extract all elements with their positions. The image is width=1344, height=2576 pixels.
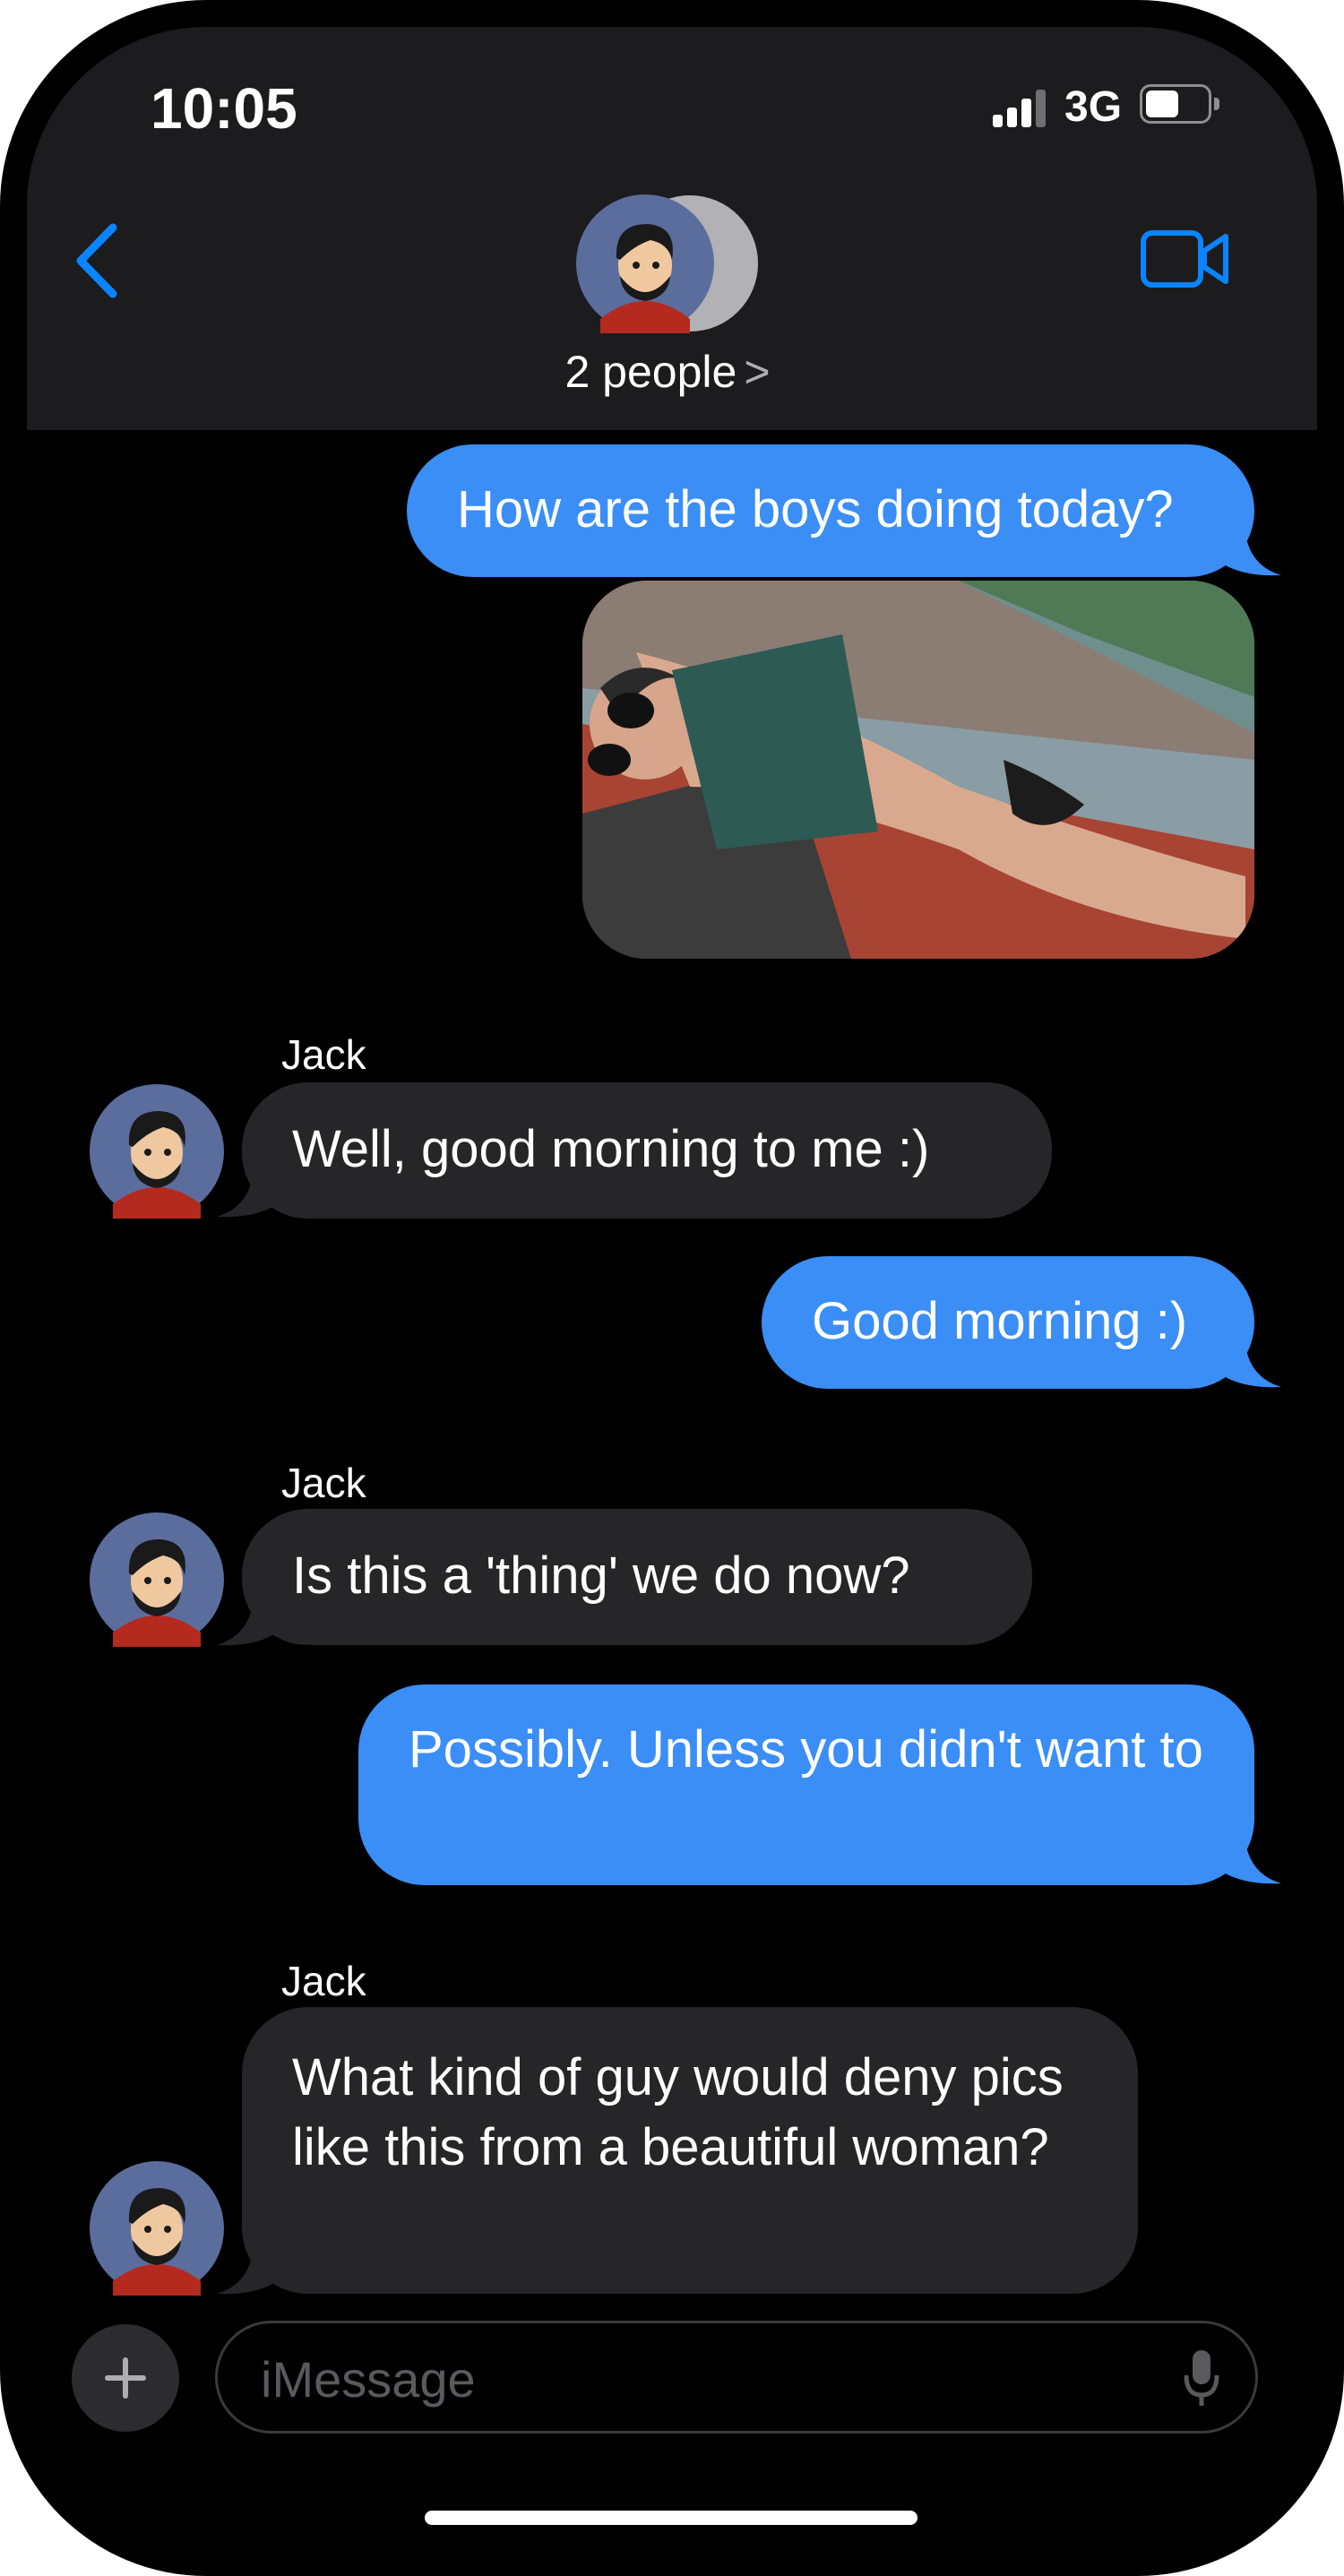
message-input[interactable]: iMessage [215,2321,1258,2434]
sender-name: Jack [281,1031,366,1078]
video-call-icon[interactable] [1140,229,1229,289]
phone-screen: 10:05 3G 2 people > How are the boys doin… [0,0,1344,2576]
message-input-placeholder: iMessage [261,2351,476,2408]
back-chevron-icon[interactable] [70,220,124,301]
message-outgoing[interactable]: Possibly. Unless you didn't want to [358,1684,1254,1885]
avatar[interactable] [90,1512,224,1647]
home-indicator[interactable] [425,2511,918,2525]
bubble-tail [1219,1842,1281,1884]
message-incoming[interactable]: Well, good morning to me :) [242,1082,1052,1219]
bubble-tail [1219,534,1281,576]
sender-name: Jack [281,1958,366,2004]
signal-icon [993,90,1047,127]
apps-plus-button[interactable] [72,2324,179,2432]
group-avatar[interactable] [575,194,760,333]
photo-attachment[interactable] [582,581,1254,959]
group-name-label[interactable]: 2 people > [556,346,780,398]
message-outgoing[interactable]: How are the boys doing today? [407,444,1254,577]
bubble-tail [1219,1346,1281,1388]
battery-icon [1140,84,1219,124]
avatar[interactable] [90,2161,224,2296]
status-time: 10:05 [151,76,297,141]
sender-name: Jack [281,1460,366,1506]
chevron-right-icon: > [744,347,771,397]
microphone-icon[interactable] [1184,2348,1219,2408]
avatar[interactable] [90,1084,224,1219]
message-incoming[interactable]: Is this a 'thing' we do now? [242,1509,1032,1645]
plus-icon [105,2357,146,2399]
network-type: 3G [1064,83,1123,131]
message-incoming[interactable]: What kind of guy would deny pics like th… [242,2007,1138,2294]
message-outgoing[interactable]: Good morning :) [762,1256,1254,1389]
